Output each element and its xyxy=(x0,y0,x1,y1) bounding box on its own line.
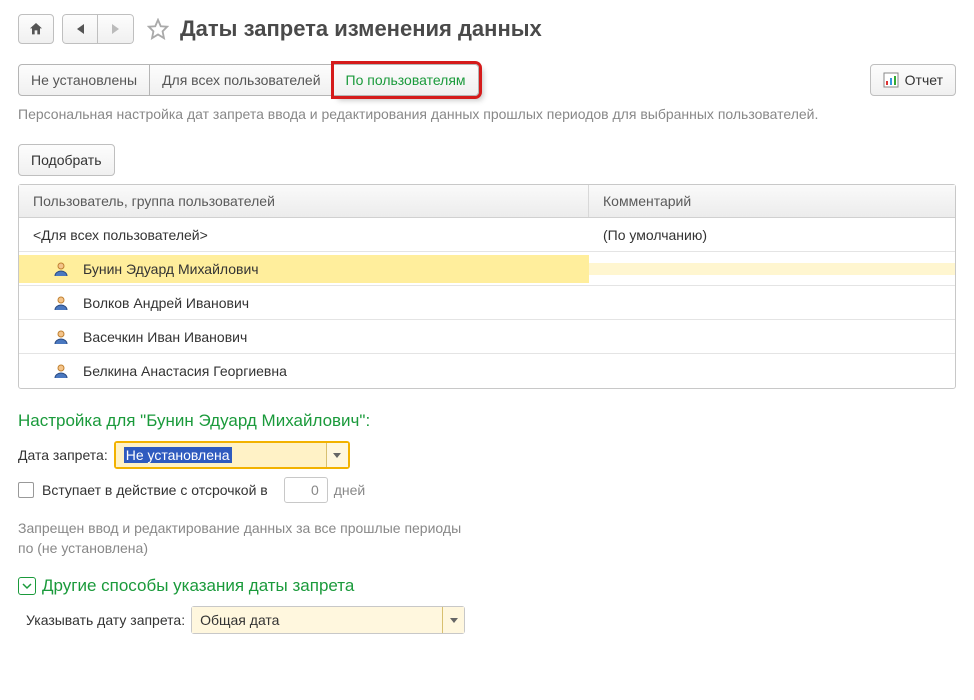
top-toolbar: Даты запрета изменения данных xyxy=(18,14,956,44)
user-name: <Для всех пользователей> xyxy=(33,227,208,243)
user-icon xyxy=(53,329,69,345)
ban-date-value: Не установлена xyxy=(124,447,232,463)
cell-user: <Для всех пользователей> xyxy=(19,221,589,249)
tab-not-set[interactable]: Не установлены xyxy=(18,64,150,96)
chevron-down-icon xyxy=(22,581,32,591)
col-user-header[interactable]: Пользователь, группа пользователей xyxy=(19,185,589,217)
ban-date-row: Дата запрета: Не установлена xyxy=(18,441,956,469)
restriction-note-line2: по (не установлена) xyxy=(18,539,956,559)
mode-tabs: Не установлены Для всех пользователей По… xyxy=(18,64,479,96)
select-button-label: Подобрать xyxy=(31,152,102,168)
user-icon xyxy=(53,261,69,277)
arrow-right-icon xyxy=(112,24,119,34)
specify-select[interactable]: Общая дата xyxy=(191,606,465,634)
report-button-label: Отчет xyxy=(905,72,943,88)
cell-comment xyxy=(589,297,955,309)
delay-label: Вступает в действие с отсрочкой в xyxy=(42,482,268,498)
table-row[interactable]: Волков Андрей Иванович xyxy=(19,286,955,320)
cell-user: Белкина Анастасия Георгиевна xyxy=(19,357,589,385)
description-text: Персональная настройка дат запрета ввода… xyxy=(18,106,956,122)
specify-row: Указывать дату запрета: Общая дата xyxy=(18,606,956,634)
delay-checkbox[interactable] xyxy=(18,482,34,498)
table-row[interactable]: <Для всех пользователей> (По умолчанию) xyxy=(19,218,955,252)
specify-dropdown-button[interactable] xyxy=(442,607,464,633)
specify-value: Общая дата xyxy=(200,612,279,628)
page-title: Даты запрета изменения данных xyxy=(180,16,542,42)
select-button[interactable]: Подобрать xyxy=(18,144,115,176)
table-row[interactable]: Белкина Анастасия Георгиевна xyxy=(19,354,955,388)
table-row[interactable]: Васечкин Иван Иванович xyxy=(19,320,955,354)
cell-comment: (По умолчанию) xyxy=(589,221,955,249)
user-name: Бунин Эдуард Михайлович xyxy=(83,261,259,277)
delay-unit: дней xyxy=(334,482,366,498)
table-row[interactable]: Бунин Эдуард Михайлович xyxy=(19,252,955,286)
cell-user: Васечкин Иван Иванович xyxy=(19,323,589,351)
user-name: Васечкин Иван Иванович xyxy=(83,329,247,345)
cell-comment xyxy=(589,331,955,343)
user-icon xyxy=(53,363,69,379)
report-button[interactable]: Отчет xyxy=(870,64,956,96)
specify-label: Указывать дату запрета: xyxy=(26,612,185,628)
home-button[interactable] xyxy=(18,14,54,44)
settings-title: Настройка для "Бунин Эдуард Михайлович": xyxy=(18,411,956,431)
nav-group xyxy=(62,14,134,44)
chevron-down-icon xyxy=(333,453,341,458)
star-icon xyxy=(147,18,169,40)
favorite-button[interactable] xyxy=(146,17,170,41)
table-body: <Для всех пользователей> (По умолчанию) Бу… xyxy=(19,218,955,388)
home-icon xyxy=(27,21,45,37)
other-ways-title: Другие способы указания даты запрета xyxy=(42,576,354,596)
tabs-row: Не установлены Для всех пользователей По… xyxy=(18,64,956,96)
expand-toggle[interactable] xyxy=(18,577,36,595)
chevron-down-icon xyxy=(450,618,458,623)
user-name: Волков Андрей Иванович xyxy=(83,295,249,311)
ban-date-label: Дата запрета: xyxy=(18,447,108,463)
other-ways-header: Другие способы указания даты запрета xyxy=(18,576,956,596)
cell-user: Волков Андрей Иванович xyxy=(19,289,589,317)
cell-user: Бунин Эдуард Михайлович xyxy=(19,255,589,283)
ban-date-dropdown-button[interactable] xyxy=(326,443,348,467)
tab-by-users[interactable]: По пользователям xyxy=(334,64,479,96)
back-button[interactable] xyxy=(62,14,98,44)
delay-days-input[interactable] xyxy=(284,477,328,503)
table-header: Пользователь, группа пользователей Комме… xyxy=(19,185,955,218)
cell-comment xyxy=(589,365,955,377)
user-name: Белкина Анастасия Георгиевна xyxy=(83,363,287,379)
ban-date-select[interactable]: Не установлена xyxy=(114,441,350,469)
delay-row: Вступает в действие с отсрочкой в дней xyxy=(18,477,956,503)
forward-button[interactable] xyxy=(98,14,134,44)
user-icon xyxy=(53,295,69,311)
arrow-left-icon xyxy=(77,24,84,34)
report-icon xyxy=(883,72,899,88)
cell-comment xyxy=(589,263,955,275)
tab-all-users[interactable]: Для всех пользователей xyxy=(150,64,333,96)
restriction-note-line1: Запрещен ввод и редактирование данных за… xyxy=(18,519,956,539)
col-comment-header[interactable]: Комментарий xyxy=(589,185,955,217)
restriction-note: Запрещен ввод и редактирование данных за… xyxy=(18,519,956,558)
users-table: Пользователь, группа пользователей Комме… xyxy=(18,184,956,389)
